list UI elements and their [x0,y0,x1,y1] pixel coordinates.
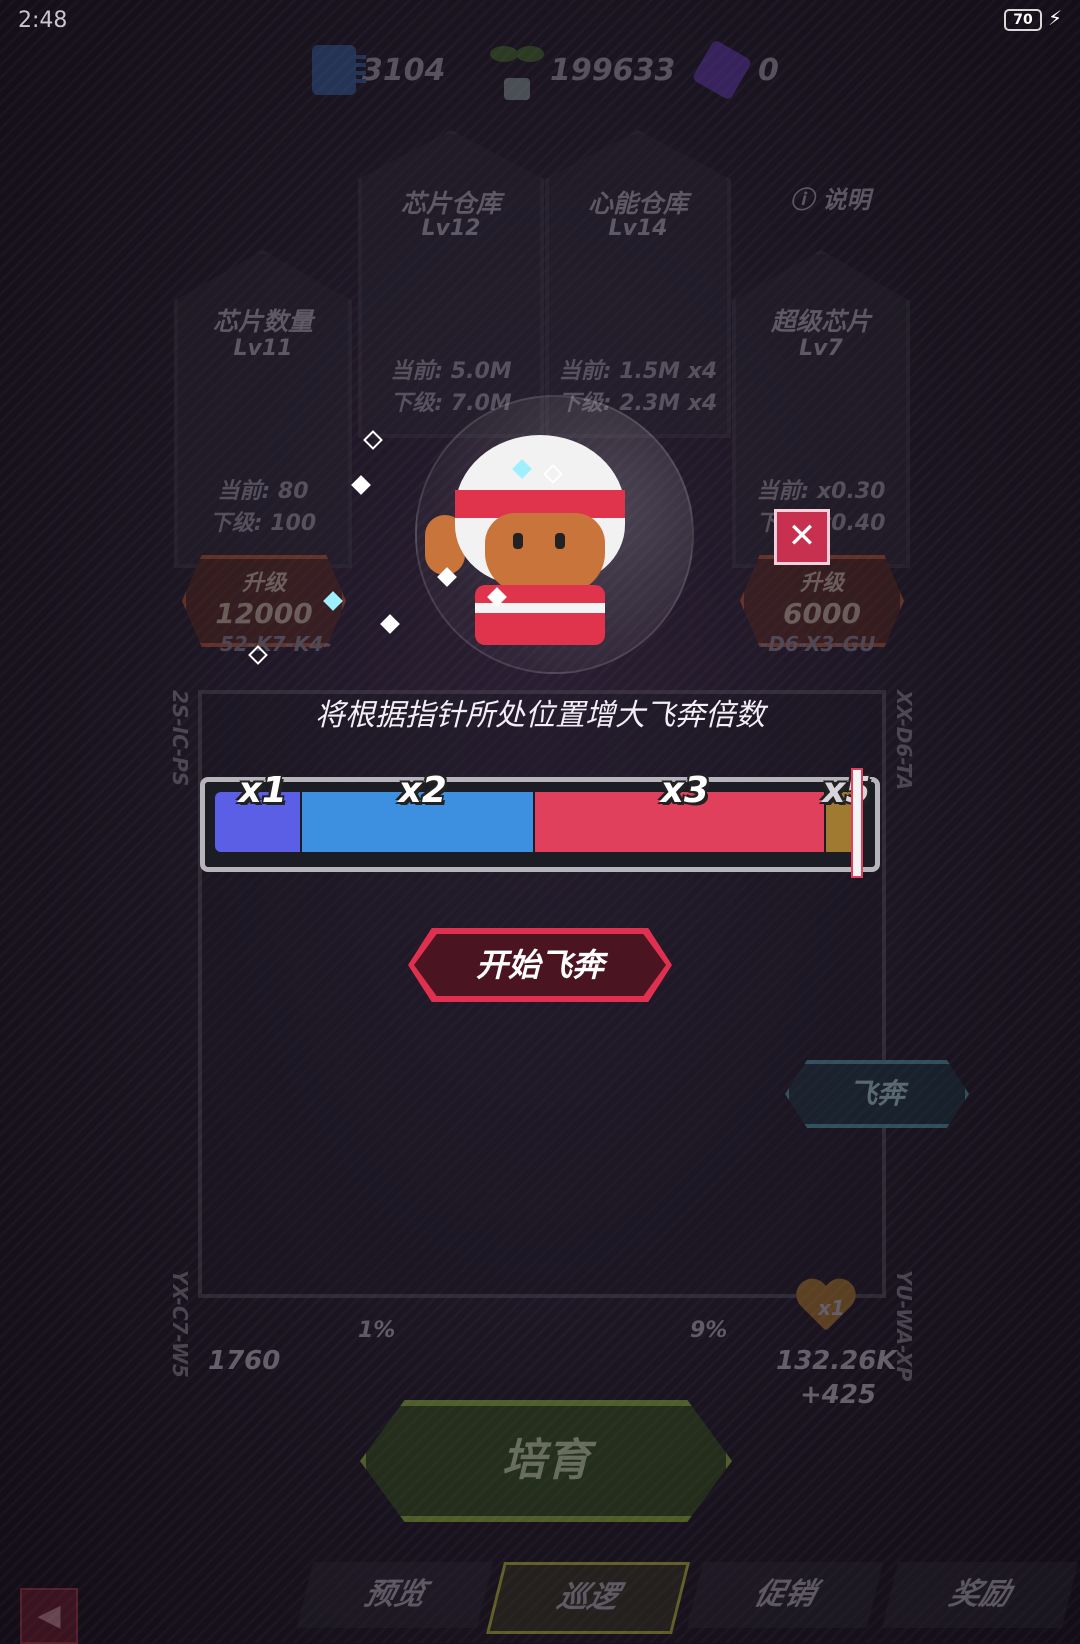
card-level: Lv11 [233,336,293,361]
help-label: 说明 [822,186,871,214]
card-chip-storage[interactable]: 芯片仓库 Lv12 当前: 5.0M 下级: 7.0M [358,130,544,438]
chip-resource: 3104 [312,40,446,100]
sprout-count: 199633 [550,52,676,88]
card-level: Lv14 [608,216,668,241]
mascot-eye [513,533,523,549]
left-progress-text: 1% [358,1318,396,1343]
upgrade-label: 升级 [241,571,286,596]
card-chip-count[interactable]: 芯片数量 Lv11 当前: 80 下级: 100 [174,250,352,568]
cube-resource: 0 [691,39,779,101]
side-code: YX-C7-W5 [168,1270,192,1378]
battery-icon: 70 [1004,9,1042,31]
heart-gain: +425 [800,1380,877,1410]
clock: 2:48 [18,8,68,33]
upgrade-cost: 6000 [783,597,861,630]
dialog-hint: 将根据指针所处位置增大飞奔倍数 [315,698,765,733]
help-icon: ⓘ [790,186,823,214]
left-count: 1760 [208,1346,281,1376]
card-current: 当前: 80 [217,479,309,504]
multiplier-label: x1 [238,770,287,811]
arrow-left-icon: ◀ [37,1598,61,1633]
mascot-character [415,395,694,674]
card-current: 当前: x0.30 [756,479,886,504]
help-button[interactable]: ⓘ 说明 [790,180,870,215]
multiplier-label: x3 [660,770,709,811]
status-bar: 2:48 70 ⚡ [0,0,1080,40]
sprout-resource: 199633 [488,40,675,100]
card-code: 52-K7-K4- [220,632,332,656]
right-progress-text: 9% [690,1318,728,1343]
card-current: 当前: 5.0M [390,359,512,384]
heart-multiplier: x1 [818,1296,845,1320]
multiplier-label: x2 [398,770,447,811]
mascot-face [485,513,605,593]
card-current: 当前: 1.5M x4 [558,359,718,384]
close-icon: ✕ [787,516,817,556]
card-title: 心能仓库 [587,189,688,218]
side-code: XX-D6-TA [892,690,916,791]
card-level: Lv7 [799,336,843,361]
mascot-eye [555,533,565,549]
back-button[interactable]: ◀ [20,1588,78,1644]
start-fly-label: 开始飞奔 [414,934,666,996]
chip-count: 3104 [362,52,446,88]
card-title: 芯片仓库 [400,189,501,218]
tab-preview[interactable]: 预览 [296,1562,494,1628]
side-code: 2S-IC-PS [168,690,192,787]
cube-icon [691,39,753,101]
chip-icon [312,45,366,95]
upgrade-cost: 12000 [215,597,313,630]
sprout-icon [488,40,544,100]
card-next: 下级: 100 [209,511,317,536]
multiplier-bar: x1 x2 x3 x5 [200,770,880,872]
heart-value: 132.26K [776,1346,897,1376]
card-heart-storage[interactable]: 心能仓库 Lv14 当前: 1.5M x4 下级: 2.3M x4 [545,130,731,438]
upgrade-label: 升级 [799,571,844,596]
start-fly-button[interactable]: 开始飞奔 [408,928,672,1002]
cultivate-button[interactable]: 培育 [360,1400,732,1522]
tab-patrol[interactable]: 巡逻 [486,1562,690,1634]
charging-icon: ⚡ [1047,6,1062,30]
tab-rewards[interactable]: 奖励 [881,1562,1079,1628]
card-level: Lv12 [421,216,481,241]
multiplier-label: x5 [822,770,871,811]
multiplier-pointer [851,768,863,878]
cube-count: 0 [758,52,779,88]
card-title: 超级芯片 [770,307,871,336]
tab-promotion[interactable]: 促销 [686,1562,884,1628]
card-code: -D6-X3-GU [760,632,876,656]
card-title: 芯片数量 [212,307,313,336]
close-button[interactable]: ✕ [774,509,830,565]
fly-button[interactable]: 飞奔 [785,1060,969,1128]
